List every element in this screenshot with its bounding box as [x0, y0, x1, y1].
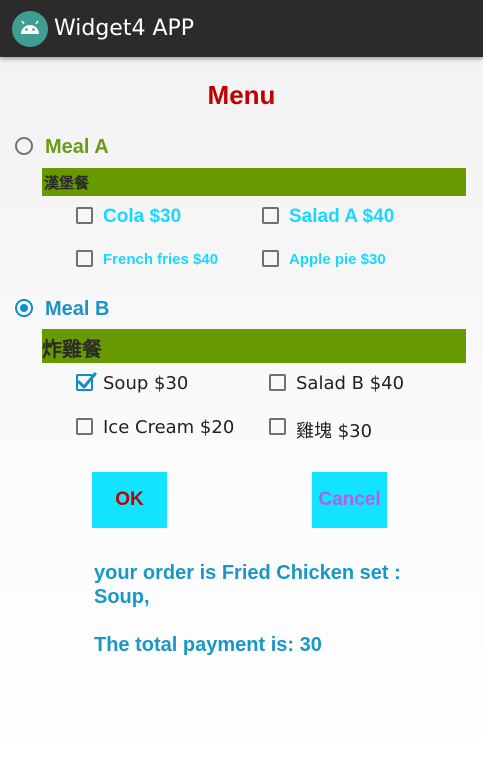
- meal-a-label: Meal A: [45, 136, 109, 158]
- item-soup[interactable]: Soup $30: [76, 372, 256, 395]
- salad-b-checkbox[interactable]: [269, 374, 286, 391]
- item-nuggets[interactable]: 雞塊 $30: [269, 417, 449, 442]
- soup-checkbox[interactable]: [76, 372, 97, 391]
- item-salad-b[interactable]: Salad B $40: [269, 373, 449, 395]
- app-title: Widget4 APP: [54, 16, 195, 41]
- item-cola[interactable]: Cola $30: [76, 206, 246, 228]
- meal-b-name: 炸雞餐: [42, 337, 102, 361]
- meal-b-name-band: 炸雞餐: [42, 329, 466, 363]
- app-bar: Widget4 APP: [0, 0, 483, 57]
- salad-a-checkbox[interactable]: [262, 207, 279, 224]
- meal-a-radio-row[interactable]: Meal A: [15, 136, 125, 158]
- meal-b-label: Meal B: [45, 298, 110, 320]
- menu-title: Menu: [207, 80, 276, 110]
- nuggets-checkbox[interactable]: [269, 418, 286, 435]
- soup-label: Soup $30: [103, 373, 189, 394]
- cancel-button[interactable]: Cancel: [312, 472, 387, 528]
- meal-b-radio-row[interactable]: Meal B: [15, 298, 125, 320]
- order-summary-line2: Soup,: [94, 586, 150, 608]
- ice-cream-checkbox[interactable]: [76, 418, 93, 435]
- apple-pie-label: Apple pie $30: [289, 251, 386, 268]
- cola-checkbox[interactable]: [76, 207, 93, 224]
- ok-button[interactable]: OK: [92, 472, 167, 528]
- nuggets-label: 雞塊 $30: [296, 421, 373, 442]
- order-summary-line1: your order is Fried Chicken set :: [94, 562, 401, 584]
- meal-b-radio[interactable]: [15, 299, 33, 317]
- android-icon: [12, 11, 48, 47]
- salad-b-label: Salad B $40: [296, 373, 405, 394]
- ice-cream-label: Ice Cream $20: [103, 417, 235, 438]
- meal-a-radio[interactable]: [15, 137, 33, 155]
- checkmark-icon: [77, 372, 97, 389]
- meal-a-name: 漢堡餐: [44, 174, 90, 192]
- item-apple-pie[interactable]: Apple pie $30: [262, 250, 432, 272]
- meal-a-name-band: 漢堡餐: [42, 168, 466, 196]
- total-payment: The total payment is: 30: [94, 634, 322, 656]
- salad-a-label: Salad A $40: [289, 206, 395, 227]
- french-fries-label: French fries $40: [103, 251, 219, 268]
- item-french-fries[interactable]: French fries $40: [76, 250, 246, 272]
- item-salad-a[interactable]: Salad A $40: [262, 206, 432, 228]
- cola-label: Cola $30: [103, 206, 182, 227]
- french-fries-checkbox[interactable]: [76, 250, 93, 267]
- item-ice-cream[interactable]: Ice Cream $20: [76, 417, 256, 439]
- apple-pie-checkbox[interactable]: [262, 250, 279, 267]
